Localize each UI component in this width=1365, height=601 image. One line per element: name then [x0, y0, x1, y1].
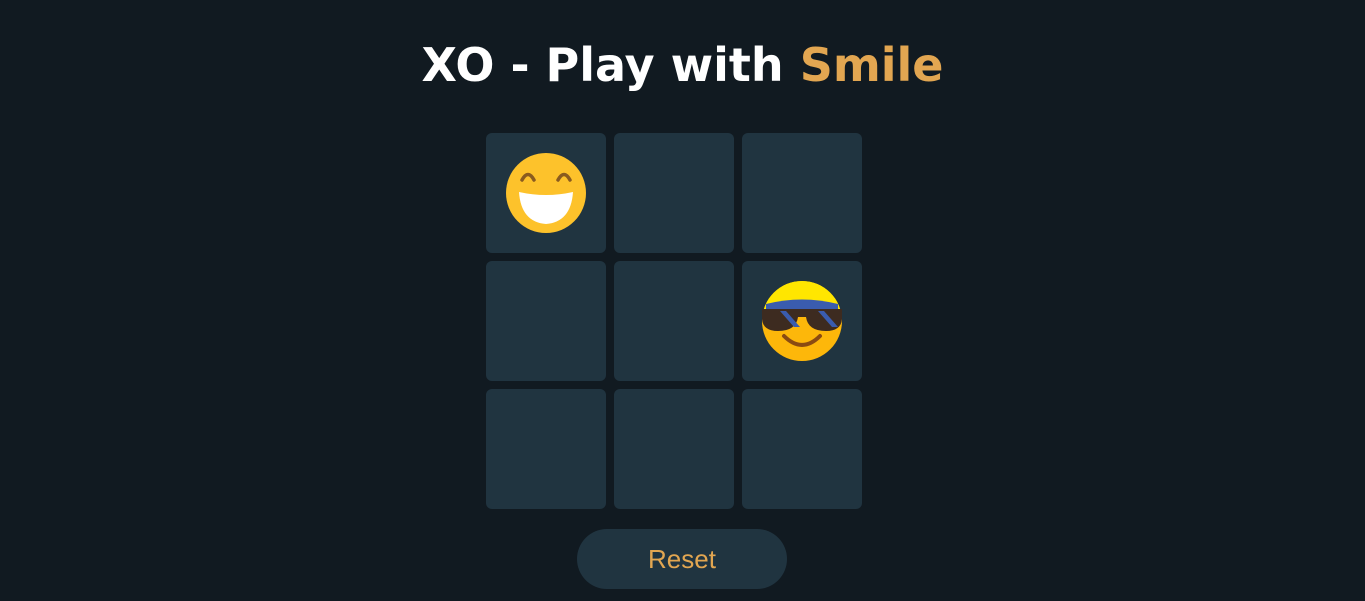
- board-cell-1[interactable]: [486, 133, 606, 253]
- game-board: [486, 133, 862, 509]
- title-accent: Smile: [799, 38, 944, 92]
- board-cell-8[interactable]: [614, 389, 734, 509]
- reset-button[interactable]: Reset: [577, 529, 787, 589]
- board-cell-6[interactable]: [742, 261, 862, 381]
- board-cell-2[interactable]: [614, 133, 734, 253]
- board-cell-5[interactable]: [614, 261, 734, 381]
- board-cell-9[interactable]: [742, 389, 862, 509]
- board-cell-4[interactable]: [486, 261, 606, 381]
- sunglasses-face-icon: [762, 281, 842, 361]
- title-main: XO - Play with: [421, 38, 800, 92]
- board-cell-3[interactable]: [742, 133, 862, 253]
- page-title: XO - Play with Smile: [0, 34, 1365, 96]
- grinning-face-icon: [506, 153, 586, 233]
- board-cell-7[interactable]: [486, 389, 606, 509]
